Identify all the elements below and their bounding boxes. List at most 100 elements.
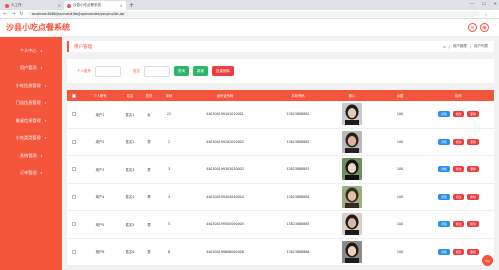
close-window-icon[interactable]: ✕ — [494, 1, 497, 6]
page-title: 用户管理 — [74, 44, 92, 50]
account-label: 个人账号 — [77, 68, 91, 73]
user-table: 个人账号 姓名 性别 年龄 身份证号码 手机号码 照片 余额 操作 用户1 姓名1… — [67, 90, 494, 266]
search-bar: 个人账号 姓名 查询 新增 批量删除 — [67, 59, 494, 83]
row-checkbox[interactable] — [72, 112, 76, 117]
app-title: 沙县小吃点餐系统 — [6, 23, 70, 32]
close-tab-icon[interactable]: × — [120, 3, 123, 8]
delete-button[interactable]: 删除 — [467, 221, 479, 228]
cell-balance: 100 — [396, 249, 404, 254]
sidebar-item-personal-center[interactable]: 个人中心 ▾ — [0, 42, 62, 60]
delete-button[interactable]: 删除 — [467, 193, 479, 200]
col-header: 操作 — [455, 94, 462, 98]
maximize-icon[interactable]: ☐ — [482, 1, 486, 6]
cell-name: 姓名5 — [125, 222, 135, 227]
cell-age: 5 — [167, 222, 171, 227]
col-header: 个人账号 — [93, 94, 107, 98]
col-header: 姓名 — [126, 94, 134, 98]
back-icon[interactable]: ← — [3, 11, 7, 17]
sidebar-item-snack-type[interactable]: 小吃类型管理 ▾ — [0, 130, 62, 148]
edit-button[interactable]: 修改 — [452, 166, 465, 173]
col-header: 性别 — [145, 94, 153, 98]
browser-tab-active[interactable]: 沙县小吃点餐系统 × — [64, 1, 126, 10]
cell-age: 22 — [166, 112, 172, 117]
delete-button[interactable]: 删除 — [467, 138, 479, 145]
breadcrumb-item-current: 用户列表 — [474, 44, 488, 48]
cell-id-number: 440300199303030003 — [206, 167, 244, 172]
tab-label: 人工作 — [11, 3, 22, 7]
row-checkbox[interactable] — [72, 167, 76, 172]
edit-button[interactable]: 修改 — [452, 111, 465, 118]
edit-button[interactable]: 修改 — [452, 221, 465, 228]
name-label: 姓名 — [133, 68, 140, 73]
name-input[interactable] — [144, 65, 170, 77]
cell-balance: 100 — [396, 194, 404, 199]
delete-button[interactable]: 删除 — [467, 111, 479, 118]
table-row: 用户1 姓名1 女 22 440300199101010001 13823888881 10… — [67, 101, 494, 129]
cell-phone: 13823888885 — [286, 222, 310, 227]
reload-icon[interactable]: ↻ — [19, 11, 23, 17]
sidebar-item-label: 小吃信息管理 — [15, 82, 41, 88]
table-row: 用户4 姓名4 男 4 440300199404040004 13823888884 100… — [67, 184, 494, 211]
menu-icon[interactable]: ⋮ — [492, 12, 496, 17]
cell-id-number: 440300199404040004 — [206, 194, 244, 199]
detail-button[interactable]: 详情 — [438, 166, 450, 173]
cell-sex: 女 — [147, 112, 151, 117]
sidebar-item-label: 个人中心 — [19, 47, 37, 53]
sidebar-item-label: 小吃类型管理 — [15, 135, 41, 141]
sidebar-item-store-info[interactable]: 门店信息管理 ▾ — [0, 95, 62, 113]
user-icon[interactable]: ◉ — [480, 23, 489, 32]
breadcrumb-item[interactable]: 用户管理 — [453, 44, 467, 49]
col-header: 手机号码 — [291, 94, 305, 98]
row-checkbox[interactable] — [72, 249, 76, 254]
breadcrumb: ⌂ / 用户管理 / 用户列表 — [443, 44, 488, 49]
edit-button[interactable]: 修改 — [452, 248, 465, 255]
chevron-down-icon: ▾ — [44, 83, 47, 88]
sidebar-item-user-management[interactable]: 用户管理 ▾ — [0, 60, 62, 78]
cell-account: 用户2 — [95, 140, 105, 145]
sidebar-item-snack-info[interactable]: 小吃信息管理 ▾ — [0, 77, 62, 95]
batch-delete-button[interactable]: 批量删除 — [212, 66, 234, 76]
row-checkbox[interactable] — [72, 139, 76, 144]
forward-icon[interactable]: → — [11, 11, 15, 17]
cell-age: 3 — [167, 167, 171, 172]
detail-button[interactable]: 详情 — [438, 111, 450, 118]
cell-phone: 13823888883 — [286, 167, 310, 172]
select-all-checkbox[interactable] — [72, 93, 76, 98]
sidebar-item-label: 餐桌信息管理 — [15, 117, 41, 123]
edit-button[interactable]: 修改 — [452, 193, 465, 200]
add-button[interactable]: 新增 — [193, 66, 208, 76]
cell-id-number: 440300199505050005 — [206, 222, 244, 227]
edit-button[interactable]: 修改 — [452, 138, 465, 145]
cell-sex: 男 — [147, 167, 151, 172]
new-tab-button[interactable]: + — [129, 1, 134, 10]
star-icon[interactable]: ☆ — [484, 12, 488, 17]
sidebar: 个人中心 ▾ 用户管理 ▾ 小吃信息管理 ▾ 门店信息管理 ▾ 餐桌信息管理 ▾ 小吃类型… — [0, 37, 62, 270]
minimize-icon[interactable]: — — [470, 1, 474, 6]
row-checkbox[interactable] — [72, 222, 76, 227]
browser-tab[interactable]: 人工作 × — [2, 1, 64, 10]
detail-button[interactable]: 详情 — [438, 193, 450, 200]
back-to-top-button[interactable]: Top — [482, 255, 493, 266]
home-icon[interactable]: ⌂ — [443, 45, 445, 49]
page-header: 用户管理 ⌂ / 用户管理 / 用户列表 — [67, 41, 494, 52]
url-input[interactable]: localhost:8080/jsp/vue/#/tbl/jsp/modules… — [27, 11, 481, 17]
sidebar-item-system[interactable]: 系统管理 ▾ — [0, 147, 62, 165]
detail-button[interactable]: 详情 — [438, 221, 450, 228]
delete-button[interactable]: 删除 — [467, 248, 479, 255]
query-button[interactable]: 查询 — [174, 66, 189, 76]
close-tab-icon[interactable]: × — [58, 3, 61, 8]
detail-button[interactable]: 详情 — [438, 248, 450, 255]
account-input[interactable] — [95, 65, 121, 77]
chevron-down-icon: ▾ — [44, 136, 47, 141]
sidebar-item-orders[interactable]: 订单管理 ▾ — [0, 165, 62, 183]
chevron-down-icon: ▾ — [40, 48, 43, 53]
cell-account: 用户4 — [95, 195, 105, 200]
delete-button[interactable]: 删除 — [467, 166, 479, 173]
detail-button[interactable]: 详情 — [438, 138, 450, 145]
sidebar-item-table-info[interactable]: 餐桌信息管理 ▾ — [0, 112, 62, 130]
user-photo — [342, 158, 362, 181]
row-checkbox[interactable] — [72, 194, 76, 199]
cell-balance: 100 — [396, 139, 404, 144]
cell-phone: 13823888882 — [286, 139, 310, 144]
close-icon[interactable]: ✕ — [468, 23, 477, 32]
